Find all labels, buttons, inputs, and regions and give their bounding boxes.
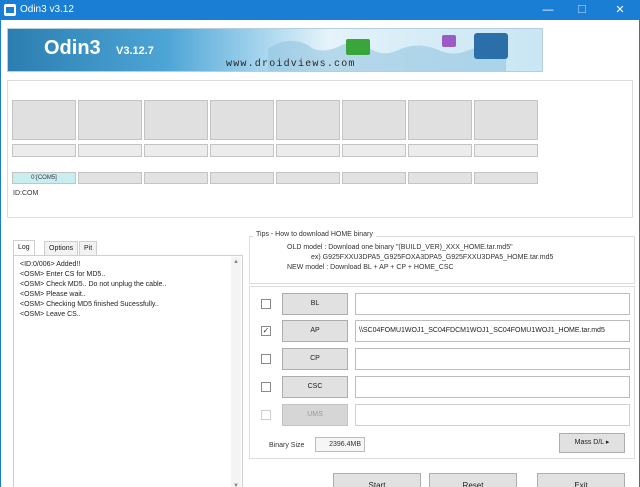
mass-download-button[interactable]: Mass D/L ▸ <box>559 433 625 453</box>
download-blue-icon <box>474 33 508 59</box>
com-port-5 <box>276 172 340 184</box>
scroll-down-arrow-icon[interactable]: ▼ <box>231 481 241 487</box>
cp-button[interactable]: CP <box>282 348 348 370</box>
bl-path-field[interactable] <box>355 293 630 315</box>
download-purple-icon <box>442 35 456 47</box>
tab-pit[interactable]: Pit <box>79 241 98 255</box>
bl-checkbox[interactable] <box>261 299 271 309</box>
com-port-8 <box>474 172 538 184</box>
csc-path-field[interactable] <box>355 376 630 398</box>
scroll-up-arrow-icon[interactable]: ▲ <box>231 257 241 267</box>
port-slot-7 <box>408 100 472 140</box>
tip-example: ex) G925FXXU3DPA5_G925FOXA3DPA5_G925FXXU… <box>311 254 554 261</box>
ums-button: UMS <box>282 404 348 426</box>
port-slot-5 <box>276 100 340 140</box>
com-port-7 <box>408 172 472 184</box>
port-progress-2 <box>78 144 142 157</box>
port-slot-6 <box>342 100 406 140</box>
ap-button[interactable]: AP <box>282 320 348 342</box>
com-port-3 <box>144 172 208 184</box>
tips-title: Tips - How to download HOME binary <box>253 231 376 238</box>
ums-path-field <box>355 404 630 426</box>
port-progress-4 <box>210 144 274 157</box>
port-progress-1 <box>12 144 76 157</box>
ums-checkbox <box>261 410 271 420</box>
cp-path-field[interactable] <box>355 348 630 370</box>
csc-button[interactable]: CSC <box>282 376 348 398</box>
id-com-label: ID:COM <box>13 190 39 197</box>
log-line: <OSM> Check MD5.. Do not unplug the cabl… <box>20 281 167 288</box>
tab-log[interactable]: Log <box>13 240 35 256</box>
ap-path-field[interactable]: \\SC04FOMU1WOJ1_SC04FDCM1WOJ1_SC04FOMU1W… <box>355 320 630 342</box>
odin-logo: Odin3 <box>44 37 101 59</box>
title-bar: Odin3 v3.12 — ☐ ✕ <box>0 0 640 20</box>
download-green-icon <box>346 39 370 55</box>
port-progress-7 <box>408 144 472 157</box>
version-label: V3.12.7 <box>116 45 154 57</box>
port-progress-6 <box>342 144 406 157</box>
com-port-6 <box>342 172 406 184</box>
binary-size-value: 2396.4MB <box>315 437 365 452</box>
tab-options[interactable]: Options <box>44 241 79 255</box>
window-title: Odin3 v3.12 <box>20 4 74 15</box>
tip-new-model: NEW model : Download BL + AP + CP + HOME… <box>287 264 454 271</box>
bl-button[interactable]: BL <box>282 293 348 315</box>
maximize-button[interactable]: ☐ <box>566 0 598 20</box>
port-progress-3 <box>144 144 208 157</box>
log-output[interactable]: <ID:0/006> Added!! <OSM> Enter CS for MD… <box>13 255 243 487</box>
odin-app-icon <box>4 4 16 16</box>
start-button[interactable]: Start <box>333 473 421 487</box>
odin-banner: Odin3 V3.12.7 www.droidviews.com <box>7 28 543 72</box>
port-progress-5 <box>276 144 340 157</box>
com-port-4 <box>210 172 274 184</box>
com-port-1: 0:[COM5] <box>12 172 76 184</box>
ap-checkbox[interactable]: ✓ <box>261 326 271 336</box>
log-line: <OSM> Leave CS.. <box>20 311 81 318</box>
log-line: <OSM> Checking MD5 finished Sucessfully.… <box>20 301 159 308</box>
watermark-site: www.droidviews.com <box>226 59 356 70</box>
main-window: Odin3 V3.12.7 www.droidviews.com 0:[COM5… <box>0 20 640 487</box>
tip-old-model: OLD model : Download one binary "(BUILD_… <box>287 244 513 251</box>
port-progress-8 <box>474 144 538 157</box>
com-port-2 <box>78 172 142 184</box>
binary-size-label: Binary Size <box>269 442 305 449</box>
close-button[interactable]: ✕ <box>604 0 636 20</box>
exit-button[interactable]: Exit <box>537 473 625 487</box>
log-line: <OSM> Please wait.. <box>20 291 86 298</box>
log-line: <OSM> Enter CS for MD5.. <box>20 271 106 278</box>
reset-button[interactable]: Reset <box>429 473 517 487</box>
csc-checkbox[interactable] <box>261 382 271 392</box>
minimize-button[interactable]: — <box>532 0 564 20</box>
port-slot-2 <box>78 100 142 140</box>
port-slot-4 <box>210 100 274 140</box>
log-line: <ID:0/006> Added!! <box>20 261 81 268</box>
cp-checkbox[interactable] <box>261 354 271 364</box>
log-scrollbar[interactable]: ▲ ▼ <box>231 257 241 487</box>
port-slot-3 <box>144 100 208 140</box>
port-slot-1 <box>12 100 76 140</box>
port-slot-8 <box>474 100 538 140</box>
